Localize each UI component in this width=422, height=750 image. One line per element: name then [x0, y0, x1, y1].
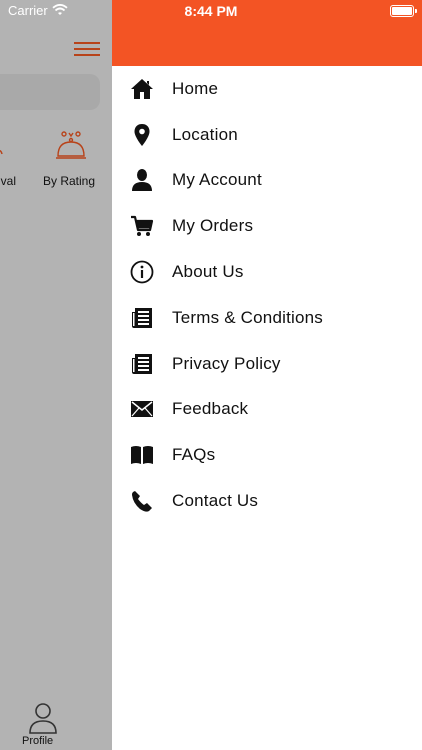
tab-profile-label: Profile	[22, 735, 54, 747]
menu-item-contact-us[interactable]: Contact Us	[112, 478, 422, 524]
location-pin-icon	[130, 123, 154, 147]
menu-item-label: Contact Us	[172, 491, 259, 511]
document-icon	[130, 352, 154, 376]
menu-item-location[interactable]: Location	[112, 112, 422, 158]
cart-icon	[130, 214, 154, 238]
menu-item-label: My Orders	[172, 216, 254, 236]
info-icon	[130, 260, 154, 284]
partial-category-icon	[0, 150, 3, 155]
category-by-rating-label: By Rating	[43, 174, 96, 188]
menu-item-feedback[interactable]: Feedback	[112, 387, 422, 433]
hamburger-menu-icon[interactable]	[74, 40, 100, 58]
cloche-icon	[56, 131, 86, 159]
side-drawer: Home Location My Account My Orders About	[112, 0, 422, 750]
menu-item-label: Privacy Policy	[172, 353, 281, 373]
home-icon	[130, 77, 154, 101]
phone-icon	[130, 489, 154, 513]
search-bar	[0, 74, 100, 110]
menu-item-label: Location	[172, 124, 238, 144]
book-icon	[130, 443, 154, 467]
user-icon	[130, 168, 154, 192]
menu-item-my-account[interactable]: My Account	[112, 158, 422, 204]
menu-item-label: Feedback	[172, 399, 249, 419]
menu-item-about-us[interactable]: About Us	[112, 249, 422, 295]
menu-item-faqs[interactable]: FAQs	[112, 432, 422, 478]
menu-item-label: FAQs	[172, 445, 216, 465]
battery-icon	[390, 5, 417, 17]
status-time: 8:44 PM	[184, 3, 238, 19]
envelope-icon	[130, 397, 154, 421]
profile-tab-icon[interactable]	[28, 702, 58, 734]
menu-item-home[interactable]: Home	[112, 66, 422, 112]
menu-item-label: About Us	[172, 262, 244, 282]
background-app-overlay[interactable]: ival By Rating Profile	[0, 0, 112, 750]
menu-item-label: Home	[172, 78, 219, 98]
menu-item-label: My Account	[172, 170, 262, 190]
menu-item-my-orders[interactable]: My Orders	[112, 203, 422, 249]
drawer-menu-list: Home Location My Account My Orders About	[112, 66, 422, 524]
menu-item-terms-conditions[interactable]: Terms & Conditions	[112, 295, 422, 341]
category-label-partial: ival	[0, 174, 17, 188]
menu-item-label: Terms & Conditions	[172, 307, 323, 327]
status-bar: Carrier 8:44 PM	[0, 0, 422, 22]
menu-item-privacy-policy[interactable]: Privacy Policy	[112, 341, 422, 387]
document-icon	[130, 306, 154, 330]
